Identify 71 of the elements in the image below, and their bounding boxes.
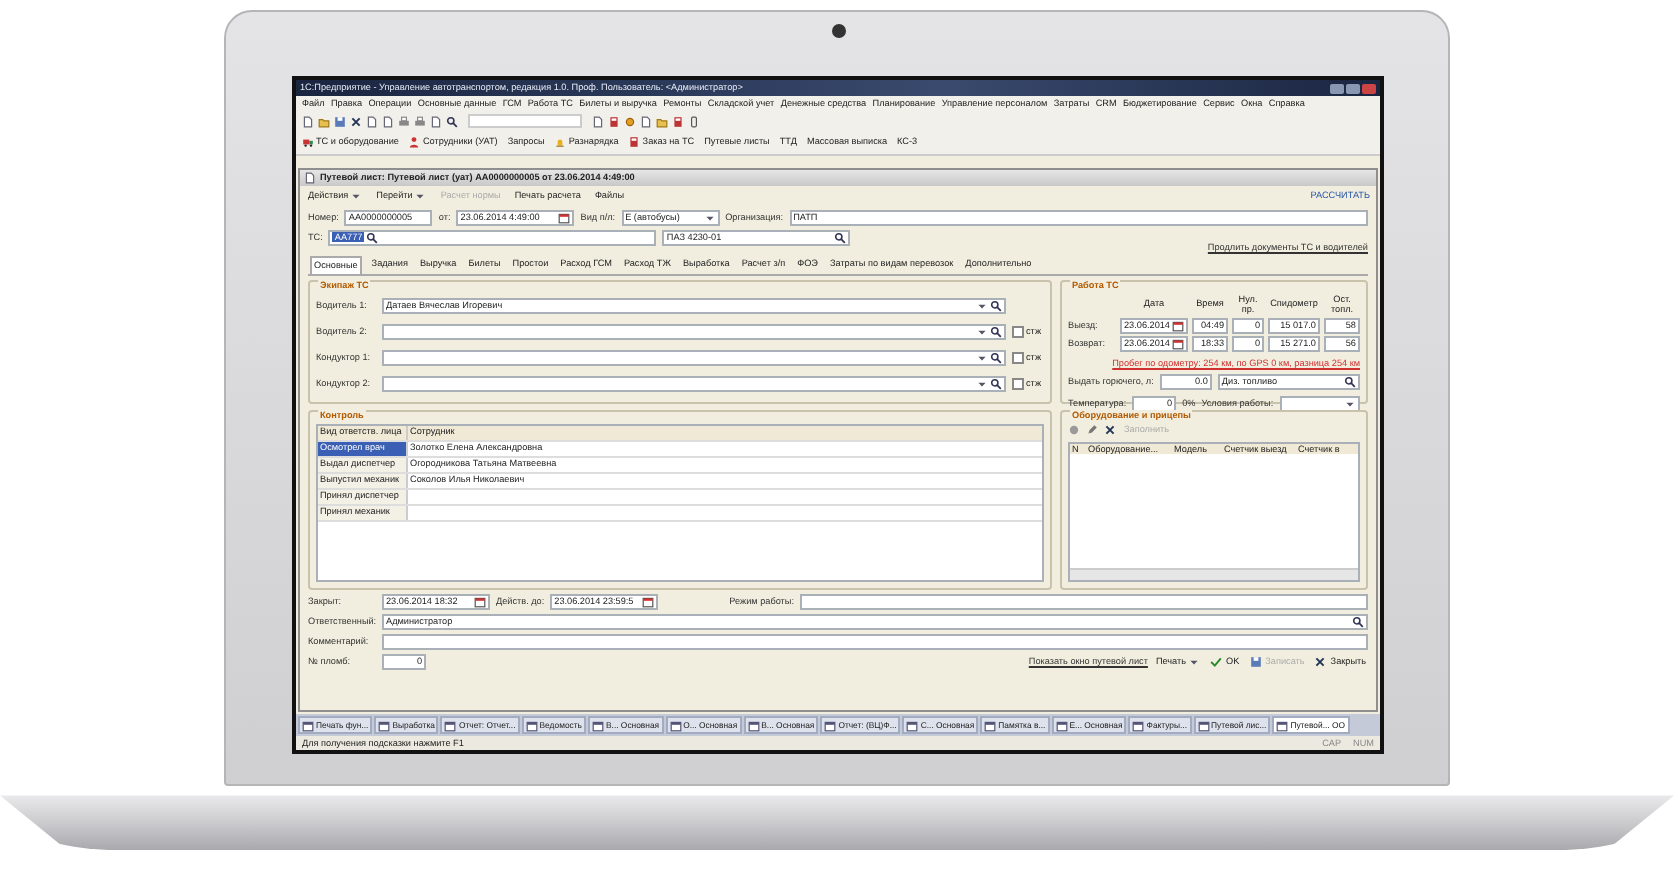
input-field[interactable]	[382, 349, 1006, 365]
printer-icon	[398, 115, 410, 127]
floppy-icon	[334, 115, 346, 127]
input-field[interactable]	[382, 375, 1006, 391]
input-field[interactable]	[800, 593, 1368, 609]
floppy-icon	[1249, 655, 1262, 667]
window-icon	[444, 719, 457, 731]
window-icon	[1276, 719, 1289, 731]
page-icon	[592, 115, 604, 127]
window-icon	[1197, 719, 1210, 731]
folder-icon	[318, 115, 330, 127]
dropdown-icon	[1188, 655, 1201, 667]
book-icon	[628, 136, 641, 148]
window-maximize-button[interactable]	[1346, 83, 1360, 93]
window-icon	[1055, 719, 1068, 731]
window-icon	[1132, 719, 1145, 731]
check-icon	[1210, 655, 1223, 667]
search-icon	[1352, 615, 1364, 627]
printer-icon	[414, 115, 426, 127]
dropdown-icon	[976, 325, 988, 337]
folder-icon	[656, 115, 668, 127]
dropdown-icon	[976, 377, 988, 389]
horizontal-scrollbar[interactable]	[1070, 567, 1358, 579]
search-field[interactable]	[468, 114, 582, 128]
page-icon	[302, 115, 314, 127]
person-icon	[408, 136, 421, 148]
page-icon	[304, 171, 316, 183]
window-icon	[302, 719, 314, 731]
calendar-icon	[558, 211, 571, 223]
dropdown-icon	[703, 211, 716, 223]
input-field[interactable]	[382, 323, 1006, 339]
search-icon	[366, 231, 379, 243]
window-close-button[interactable]	[1362, 83, 1376, 93]
calendar-icon	[642, 595, 655, 607]
checkbox[interactable]	[1012, 325, 1024, 337]
window-icon	[669, 719, 682, 731]
search-icon	[990, 299, 1002, 311]
camera-icon	[831, 24, 845, 38]
search-icon	[990, 351, 1002, 363]
search-icon	[834, 231, 847, 243]
truck-icon	[302, 136, 314, 148]
window-icon	[591, 719, 604, 731]
circle-icon	[1068, 423, 1080, 435]
search-icon	[990, 377, 1002, 389]
dropdown-icon	[414, 189, 427, 201]
dropdown-icon	[350, 189, 363, 201]
close-icon	[1314, 655, 1327, 667]
window-icon	[525, 719, 538, 731]
page-icon	[430, 115, 442, 127]
window-icon	[824, 719, 837, 731]
input-field[interactable]	[382, 633, 1368, 649]
page-icon	[640, 115, 652, 127]
checkbox[interactable]	[1012, 377, 1024, 389]
dropdown-icon	[1344, 398, 1356, 410]
search-icon	[990, 325, 1002, 337]
window-icon	[378, 719, 391, 731]
checkbox[interactable]	[1012, 351, 1024, 363]
book-icon	[608, 115, 620, 127]
search-icon	[1344, 376, 1356, 388]
book-icon	[672, 115, 684, 127]
dropdown-icon	[976, 351, 988, 363]
window-minimize-button[interactable]	[1330, 83, 1344, 93]
window-icon	[747, 719, 760, 731]
window-icon	[984, 719, 997, 731]
search-icon	[446, 115, 458, 127]
bell-icon	[554, 136, 567, 148]
calendar-icon	[474, 595, 486, 607]
cut-icon	[350, 115, 362, 127]
dropdown-icon	[976, 299, 988, 311]
window-icon	[906, 719, 919, 731]
delete-icon	[1104, 423, 1116, 435]
